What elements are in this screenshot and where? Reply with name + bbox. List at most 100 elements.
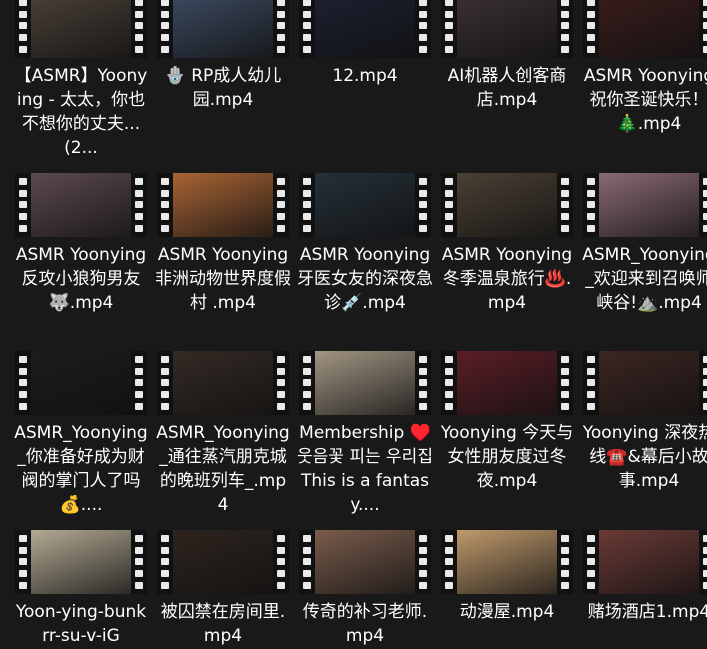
filmstrip-edge <box>583 351 599 415</box>
filmstrip-edge <box>131 0 147 58</box>
video-thumbnail[interactable] <box>157 351 289 415</box>
file-name: 动漫屋.mp4 <box>459 602 555 622</box>
video-thumbnail[interactable] <box>583 173 707 237</box>
file-name: ASMR_Yoonying_欢迎来到召唤师峡谷!⛰️.mp4 <box>582 245 707 313</box>
thumbnail-image <box>457 351 557 415</box>
thumbnail-image <box>315 173 415 237</box>
file-name: ASMR_Yoonying_通往蒸汽朋克城的晚班列车_.mp4 <box>156 423 290 515</box>
filmstrip-edge <box>131 173 147 237</box>
thumbnail-image <box>315 351 415 415</box>
filmstrip-edge <box>15 173 31 237</box>
thumbnail-image <box>31 351 131 415</box>
video-thumbnail[interactable] <box>441 530 573 594</box>
filmstrip-edge <box>299 173 315 237</box>
filmstrip-edge <box>699 530 707 594</box>
file-name: AI机器人创客商店.mp4 <box>447 66 567 110</box>
filmstrip-edge <box>157 0 173 58</box>
thumbnail-image <box>31 173 131 237</box>
video-thumbnail[interactable] <box>299 0 431 58</box>
thumbnail-image <box>315 0 415 58</box>
filmstrip-edge <box>557 351 573 415</box>
filmstrip-edge <box>157 530 173 594</box>
filmstrip-edge <box>441 351 457 415</box>
video-thumbnail[interactable] <box>15 0 147 58</box>
thumbnail-image <box>599 173 699 237</box>
filmstrip-edge <box>415 351 431 415</box>
video-thumbnail[interactable] <box>441 0 573 58</box>
filmstrip-edge <box>415 530 431 594</box>
thumbnail-image <box>31 530 131 594</box>
file-name: ASMR Yoonying 冬季温泉旅行♨️.mp4 <box>441 245 573 313</box>
filmstrip-edge <box>583 0 599 58</box>
video-thumbnail[interactable] <box>299 173 431 237</box>
file-name: Yoon-ying-bunkrr-su-v-iG <box>15 602 147 646</box>
thumbnail-image <box>31 0 131 58</box>
video-thumbnail[interactable] <box>441 173 573 237</box>
filmstrip-edge <box>441 0 457 58</box>
file-name: ASMR Yoonying 牙医女友的深夜急诊💉.mp4 <box>297 245 433 313</box>
filmstrip-edge <box>131 530 147 594</box>
filmstrip-edge <box>15 0 31 58</box>
video-thumbnail[interactable] <box>583 351 707 415</box>
video-thumbnail[interactable] <box>299 351 431 415</box>
filmstrip-edge <box>131 351 147 415</box>
filmstrip-edge <box>557 530 573 594</box>
thumbnail-image <box>315 530 415 594</box>
video-thumbnail[interactable] <box>15 530 147 594</box>
filmstrip-edge <box>557 0 573 58</box>
file-name: Membership ♥️ 웃음꽃 피는 우리집 This is a fanta… <box>297 423 433 515</box>
video-thumbnail[interactable] <box>157 530 289 594</box>
video-thumbnail[interactable] <box>157 173 289 237</box>
video-thumbnail[interactable] <box>157 0 289 58</box>
filmstrip-edge <box>415 173 431 237</box>
filmstrip-edge <box>699 351 707 415</box>
filmstrip-edge <box>583 173 599 237</box>
filmstrip-edge <box>273 530 289 594</box>
video-thumbnail[interactable] <box>15 351 147 415</box>
file-name: 被囚禁在房间里.mp4 <box>160 602 286 646</box>
filmstrip-edge <box>583 530 599 594</box>
filmstrip-edge <box>299 351 315 415</box>
video-thumbnail[interactable] <box>299 530 431 594</box>
video-thumbnail[interactable] <box>441 351 573 415</box>
file-name: Yoonying 今天与女性朋友度过冬夜.mp4 <box>440 423 574 491</box>
thumbnail-image <box>173 0 273 58</box>
filmstrip-edge <box>557 173 573 237</box>
thumbnail-image <box>599 0 699 58</box>
filmstrip-edge <box>441 173 457 237</box>
video-thumbnail[interactable] <box>15 173 147 237</box>
filmstrip-edge <box>157 351 173 415</box>
file-name: 12.mp4 <box>332 66 398 86</box>
filmstrip-edge <box>157 173 173 237</box>
filmstrip-edge <box>15 351 31 415</box>
filmstrip-edge <box>273 351 289 415</box>
filmstrip-edge <box>699 173 707 237</box>
file-name: Yoonying 深夜热线☎️&幕后小故事.mp4 <box>582 423 707 491</box>
video-thumbnail[interactable] <box>583 530 707 594</box>
thumbnail-image <box>457 173 557 237</box>
file-name: 赌场酒店1.mp4 <box>587 602 707 622</box>
filmstrip-edge <box>273 173 289 237</box>
thumbnail-image <box>173 351 273 415</box>
file-name: 【ASMR】Yoonying - 太太，你也不想你的丈夫...(2... <box>14 66 148 158</box>
file-name: ASMR_Yoonying_你准备好成为财阀的掌门人了吗💰.... <box>14 423 148 515</box>
filmstrip-edge <box>441 530 457 594</box>
filmstrip-edge <box>699 0 707 58</box>
filmstrip-edge <box>415 0 431 58</box>
file-name: 🪬 RP成人幼儿园.mp4 <box>164 66 282 110</box>
thumbnail-image <box>173 530 273 594</box>
file-grid: 【ASMR】Yoonying - 太太，你也不想你的丈夫...(2... 🪬 RP… <box>0 0 707 649</box>
video-thumbnail[interactable] <box>583 0 707 58</box>
filmstrip-edge <box>15 530 31 594</box>
filmstrip-edge <box>299 530 315 594</box>
file-name: ASMR Yoonying 非洲动物世界度假村 .mp4 <box>155 245 291 313</box>
filmstrip-edge <box>273 0 289 58</box>
thumbnail-image <box>457 0 557 58</box>
thumbnail-image <box>457 530 557 594</box>
file-name: ASMR Yoonying 反攻小狼狗男友🐺.mp4 <box>15 245 147 313</box>
thumbnail-image <box>599 351 699 415</box>
filmstrip-edge <box>299 0 315 58</box>
file-name: ASMR Yoonying 祝你圣诞快乐！ 🎄.mp4 <box>583 66 707 134</box>
thumbnail-image <box>599 530 699 594</box>
thumbnail-image <box>173 173 273 237</box>
